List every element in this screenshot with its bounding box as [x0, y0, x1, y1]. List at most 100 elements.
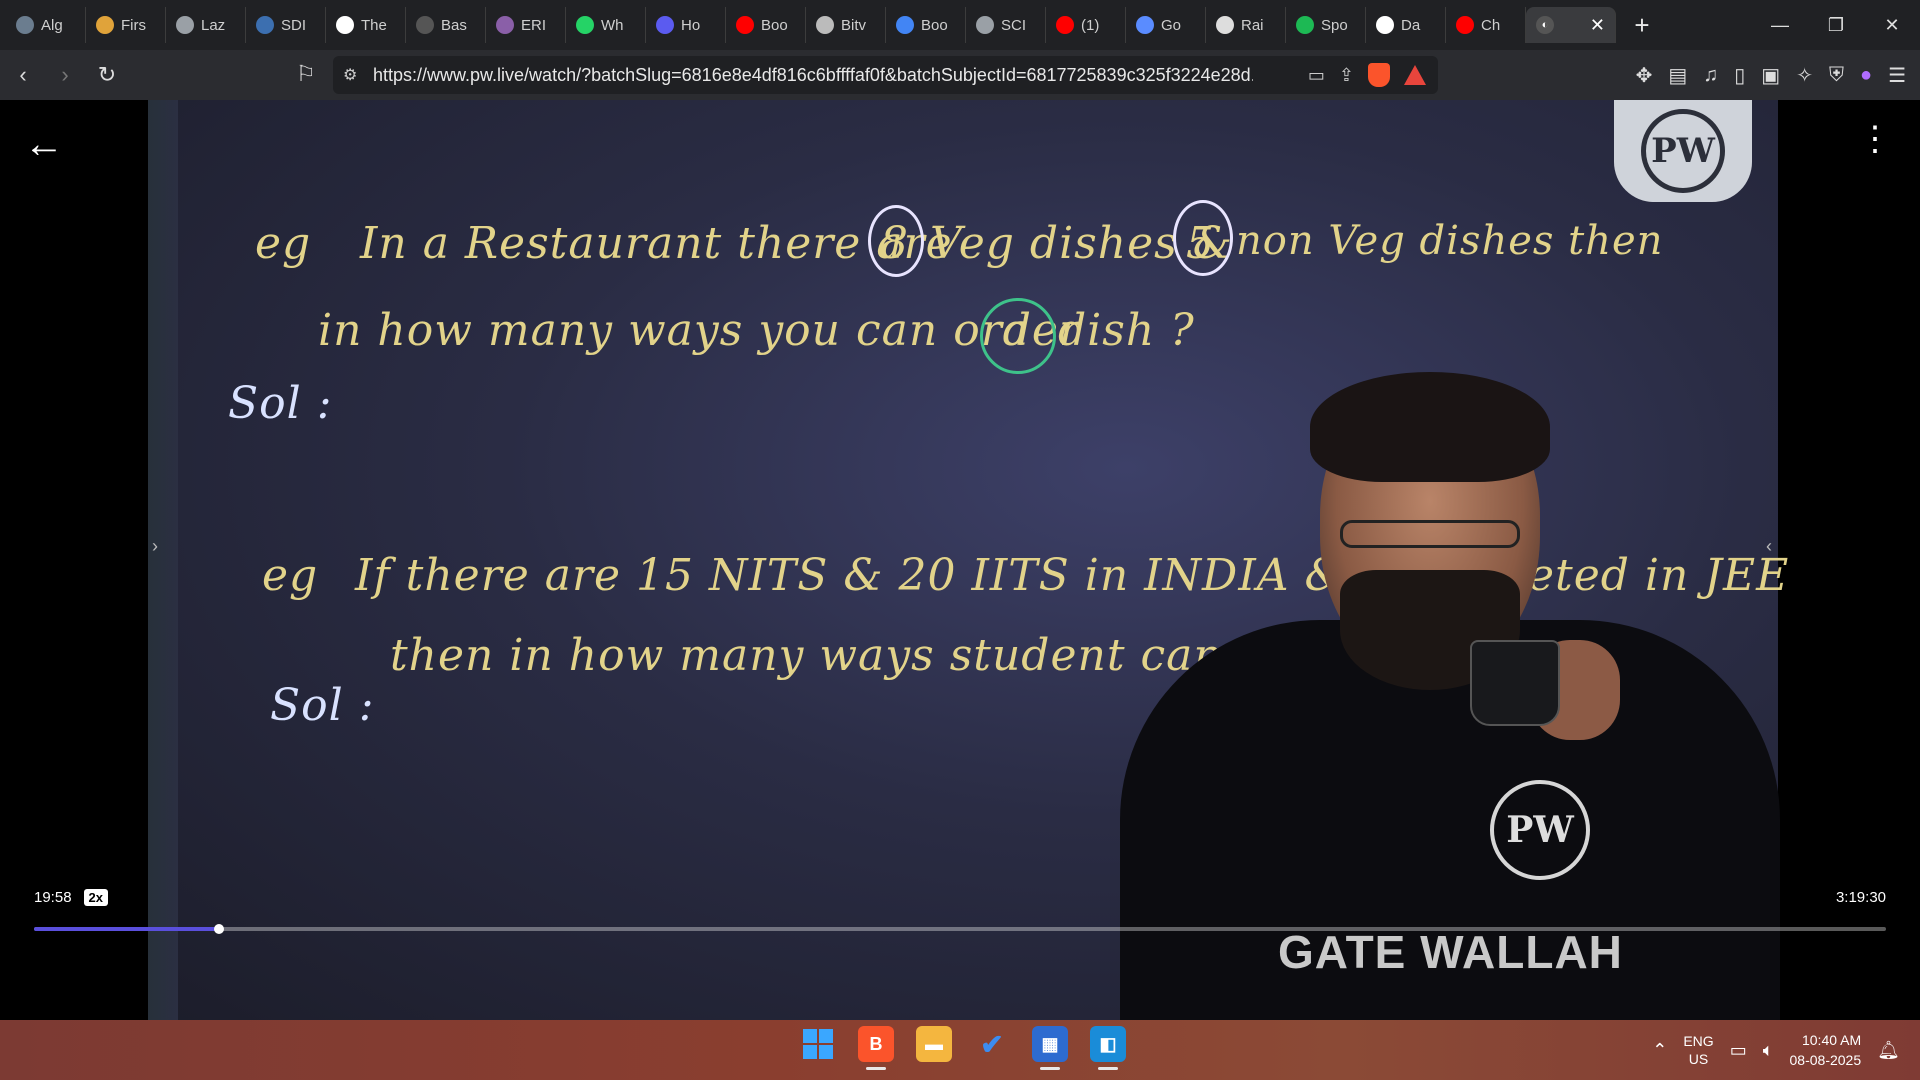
brave-browser-icon[interactable]: B [858, 1026, 894, 1070]
tab[interactable]: (1) [1046, 7, 1126, 43]
youtube-icon [736, 16, 754, 34]
bitwise-icon [816, 16, 834, 34]
clock-time: 10:40 AM [1801, 1032, 1862, 1048]
globe-icon [176, 16, 194, 34]
tab[interactable]: The [326, 7, 406, 43]
tab[interactable]: Bitv [806, 7, 886, 43]
coffee-mug [1470, 640, 1560, 726]
restore-icon[interactable]: ❐ [1808, 0, 1864, 50]
tab-label: Laz [201, 16, 226, 34]
tab-strip: Alg Firs Laz SDI The Bas ERI Wh Ho Boo Bitv Boo SCI (… [0, 0, 1920, 50]
language-indicator[interactable]: ENG US [1683, 1032, 1713, 1068]
vpn-icon[interactable]: ⛨ [1829, 64, 1844, 87]
youtube-icon [1056, 16, 1074, 34]
media-icon[interactable]: ♫ [1703, 64, 1718, 87]
tab[interactable]: Bas [406, 7, 486, 43]
tab-label: Bitv [841, 16, 867, 34]
pw-watermark-logo: PW [1614, 100, 1752, 202]
tab[interactable]: Laz [166, 7, 246, 43]
tab[interactable]: SCI [966, 7, 1046, 43]
tab[interactable]: Boo [726, 7, 806, 43]
toolbar-right: ✥ ▤ ♫ ▯ ▣ ✧ ⛨ ● ☰ [1636, 50, 1906, 100]
video-player[interactable]: eg In a Restaurant there are 8 Veg dishe… [0, 100, 1920, 1020]
duration: 3:19:30 [1835, 889, 1886, 906]
speaker-icon[interactable]: 🔈︎ [1763, 1040, 1774, 1061]
tab-label: Spo [1321, 16, 1348, 34]
sol-1: Sol : [228, 378, 333, 429]
banner-text: GATE WALLAH [1278, 926, 1623, 978]
file-explorer-icon[interactable]: ▬ [916, 1026, 952, 1062]
gemini-icon [1136, 16, 1154, 34]
tab-label: Boo [761, 16, 788, 34]
close-tab-icon[interactable]: ✕ [1590, 15, 1605, 36]
tab-active[interactable]: ◐ ✕ [1526, 7, 1616, 43]
tab-label: Ch [1481, 16, 1501, 34]
tab[interactable]: Go [1126, 7, 1206, 43]
tab[interactable]: SDI [246, 7, 326, 43]
q1-prefix: eg [255, 218, 312, 269]
cast-icon[interactable]: ▭ [1308, 65, 1325, 86]
google-icon [896, 16, 914, 34]
clock[interactable]: 10:40 AM 08-08-2025 [1790, 1030, 1862, 1070]
teacher-glasses [1340, 520, 1520, 548]
reader-mode-icon[interactable]: ▤ [1668, 63, 1687, 88]
brave-shields-icon[interactable] [1368, 63, 1390, 87]
chevron-up-icon[interactable]: ⌃ [1652, 1040, 1667, 1061]
close-window-icon[interactable]: ✕ [1864, 0, 1920, 50]
app-icon[interactable]: ◧ [1090, 1026, 1126, 1070]
grid-icon [256, 16, 274, 34]
sidebar-icon[interactable]: ▯ [1734, 63, 1745, 88]
pw-favicon-icon: ◐ [1536, 16, 1554, 34]
store-app-icon[interactable]: ▦ [1032, 1026, 1068, 1070]
back-button[interactable]: ‹ [4, 56, 42, 94]
youtube-icon [1456, 16, 1474, 34]
tab[interactable]: Firs [86, 7, 166, 43]
share-icon[interactable]: ⇪ [1339, 65, 1354, 86]
minimize-icon[interactable]: — [1752, 0, 1808, 50]
wallet-icon[interactable]: ▣ [1761, 63, 1780, 88]
system-tray: ⌃ ENG US ▭ 🔈︎ 10:40 AM 08-08-2025 🔔︎ [1652, 1020, 1900, 1080]
pw-logo-text: PW [1641, 109, 1725, 193]
menu-icon[interactable]: ☰ [1888, 63, 1906, 88]
url-text[interactable]: https://www.pw.live/watch/?batchSlug=681… [373, 65, 1253, 86]
tab[interactable]: Alg [6, 7, 86, 43]
tab-label: Ho [681, 16, 701, 34]
extensions-icon[interactable]: ✥ [1636, 63, 1653, 88]
leo-ai-icon[interactable]: ✧ [1796, 63, 1813, 88]
tab-label: SDI [281, 16, 307, 34]
globe-icon [976, 16, 994, 34]
tab[interactable]: Ho [646, 7, 726, 43]
notification-bell-icon[interactable]: 🔔︎ [1877, 1040, 1900, 1061]
new-tab-button[interactable]: + [1622, 10, 1662, 41]
chevron-left-icon[interactable]: ‹ [1766, 536, 1772, 557]
tab-label: Firs [121, 16, 146, 34]
forward-button[interactable]: › [46, 56, 84, 94]
brave-rewards-icon[interactable] [1404, 65, 1426, 85]
tab[interactable]: Da [1366, 7, 1446, 43]
profile-avatar[interactable]: ● [1860, 64, 1872, 87]
todo-check-icon[interactable]: ✔ [974, 1026, 1010, 1062]
tab[interactable]: ERI [486, 7, 566, 43]
chevron-right-icon[interactable]: › [152, 536, 158, 557]
tab[interactable]: Spo [1286, 7, 1366, 43]
back-arrow-icon[interactable]: ← [24, 122, 64, 167]
current-time: 19:58 [34, 889, 72, 906]
tab-label: Rai [1241, 16, 1264, 34]
reload-button[interactable]: ↻ [88, 56, 126, 94]
windows-logo-icon [803, 1029, 833, 1059]
address-bar[interactable]: ⚙ https://www.pw.live/watch/?batchSlug=6… [333, 56, 1438, 94]
q1-line2b: dish ? [1058, 305, 1195, 356]
windows-start-button[interactable] [800, 1026, 836, 1062]
tab[interactable]: Wh [566, 7, 646, 43]
q1-line1c: non Veg dishes then [1236, 218, 1664, 264]
whatsapp-icon [576, 16, 594, 34]
network-icon[interactable]: ▭ [1730, 1040, 1747, 1061]
ai-icon [16, 16, 34, 34]
tab[interactable]: Ch [1446, 7, 1526, 43]
tab[interactable]: Boo [886, 7, 966, 43]
bookmark-icon[interactable]: ⚐ [296, 61, 316, 87]
tab[interactable]: Rai [1206, 7, 1286, 43]
more-options-icon[interactable]: ⋮ [1858, 122, 1892, 156]
playback-speed-badge[interactable]: 2x [83, 889, 109, 906]
site-info-icon[interactable]: ⚙ [343, 65, 373, 85]
